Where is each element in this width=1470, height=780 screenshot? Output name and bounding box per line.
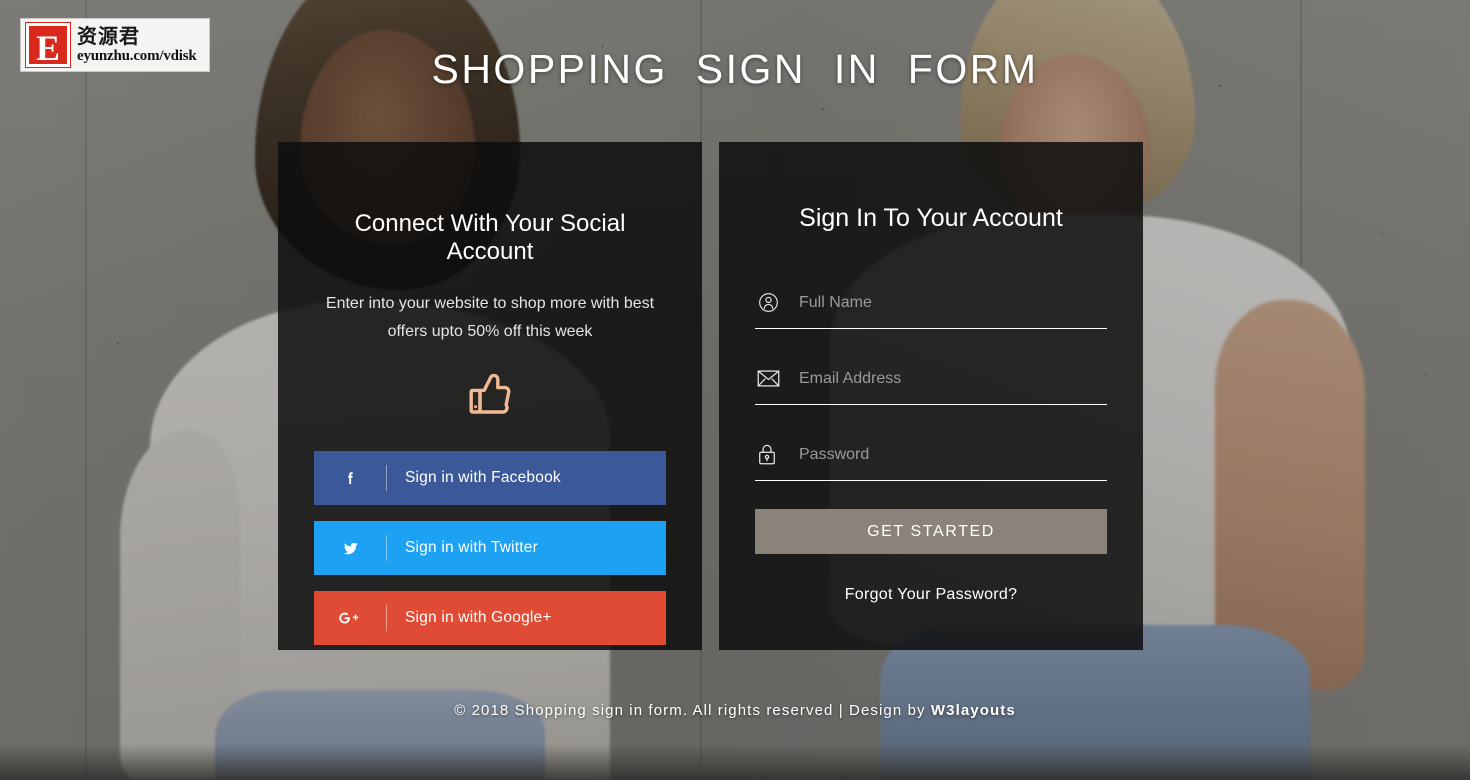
full-name-input[interactable]	[799, 277, 1107, 328]
email-input[interactable]	[799, 353, 1107, 404]
signin-panel-title: Sign In To Your Account	[799, 204, 1063, 232]
watermark-url: eyunzhu.com/vdisk	[77, 48, 197, 64]
user-icon	[757, 291, 799, 314]
get-started-button[interactable]: GET STARTED	[755, 509, 1107, 554]
footer-brand-link[interactable]: W3layouts	[931, 702, 1016, 719]
twitter-signin-button[interactable]: Sign in with Twitter	[314, 521, 666, 575]
facebook-signin-button[interactable]: Sign in with Facebook	[314, 451, 666, 505]
thumbs-up-icon	[466, 373, 514, 422]
facebook-icon	[314, 470, 386, 487]
password-field[interactable]	[755, 429, 1107, 481]
google-plus-signin-label: Sign in with Google+	[405, 609, 552, 626]
facebook-signin-label: Sign in with Facebook	[405, 469, 561, 486]
signin-panel: Sign In To Your Account Full Name Email …	[719, 142, 1143, 650]
email-field[interactable]	[755, 353, 1107, 405]
forgot-password-link[interactable]: Forgot Your Password?	[755, 586, 1107, 604]
lock-icon	[757, 443, 799, 466]
social-panel-title: Connect With Your Social Account	[354, 210, 626, 265]
thumbs-up-wrap	[314, 370, 666, 423]
signin-form: GET STARTED	[755, 277, 1107, 554]
watermark-chinese: 资源君	[77, 24, 140, 48]
envelope-icon	[757, 369, 799, 388]
twitter-icon	[314, 539, 386, 558]
social-panel: Connect With Your Social Account Enter i…	[278, 142, 702, 650]
twitter-signin-label: Sign in with Twitter	[405, 539, 538, 556]
full-name-field[interactable]	[755, 277, 1107, 329]
social-buttons-list: Sign in with Facebook Sign in with Twitt…	[314, 451, 666, 645]
watermark-logo: E 资源君 eyunzhu.com/vdisk	[20, 18, 210, 72]
google-plus-signin-button[interactable]: Sign in with Google+	[314, 591, 666, 645]
footer-text: © 2018 Shopping sign in form. All rights…	[454, 702, 931, 719]
panels-container: Connect With Your Social Account Enter i…	[278, 142, 1143, 650]
google-plus-icon	[314, 609, 386, 627]
page-title: SHOPPING SIGN IN FORM	[431, 46, 1039, 92]
password-input[interactable]	[799, 429, 1107, 480]
watermark-badge: E	[25, 22, 71, 68]
watermark-text: 资源君 eyunzhu.com/vdisk	[77, 26, 197, 64]
footer: © 2018 Shopping sign in form. All rights…	[0, 702, 1470, 719]
signin-page: E 资源君 eyunzhu.com/vdisk SHOPPING SIGN IN…	[0, 0, 1470, 780]
social-panel-subtitle: Enter into your website to shop more wit…	[325, 295, 655, 340]
